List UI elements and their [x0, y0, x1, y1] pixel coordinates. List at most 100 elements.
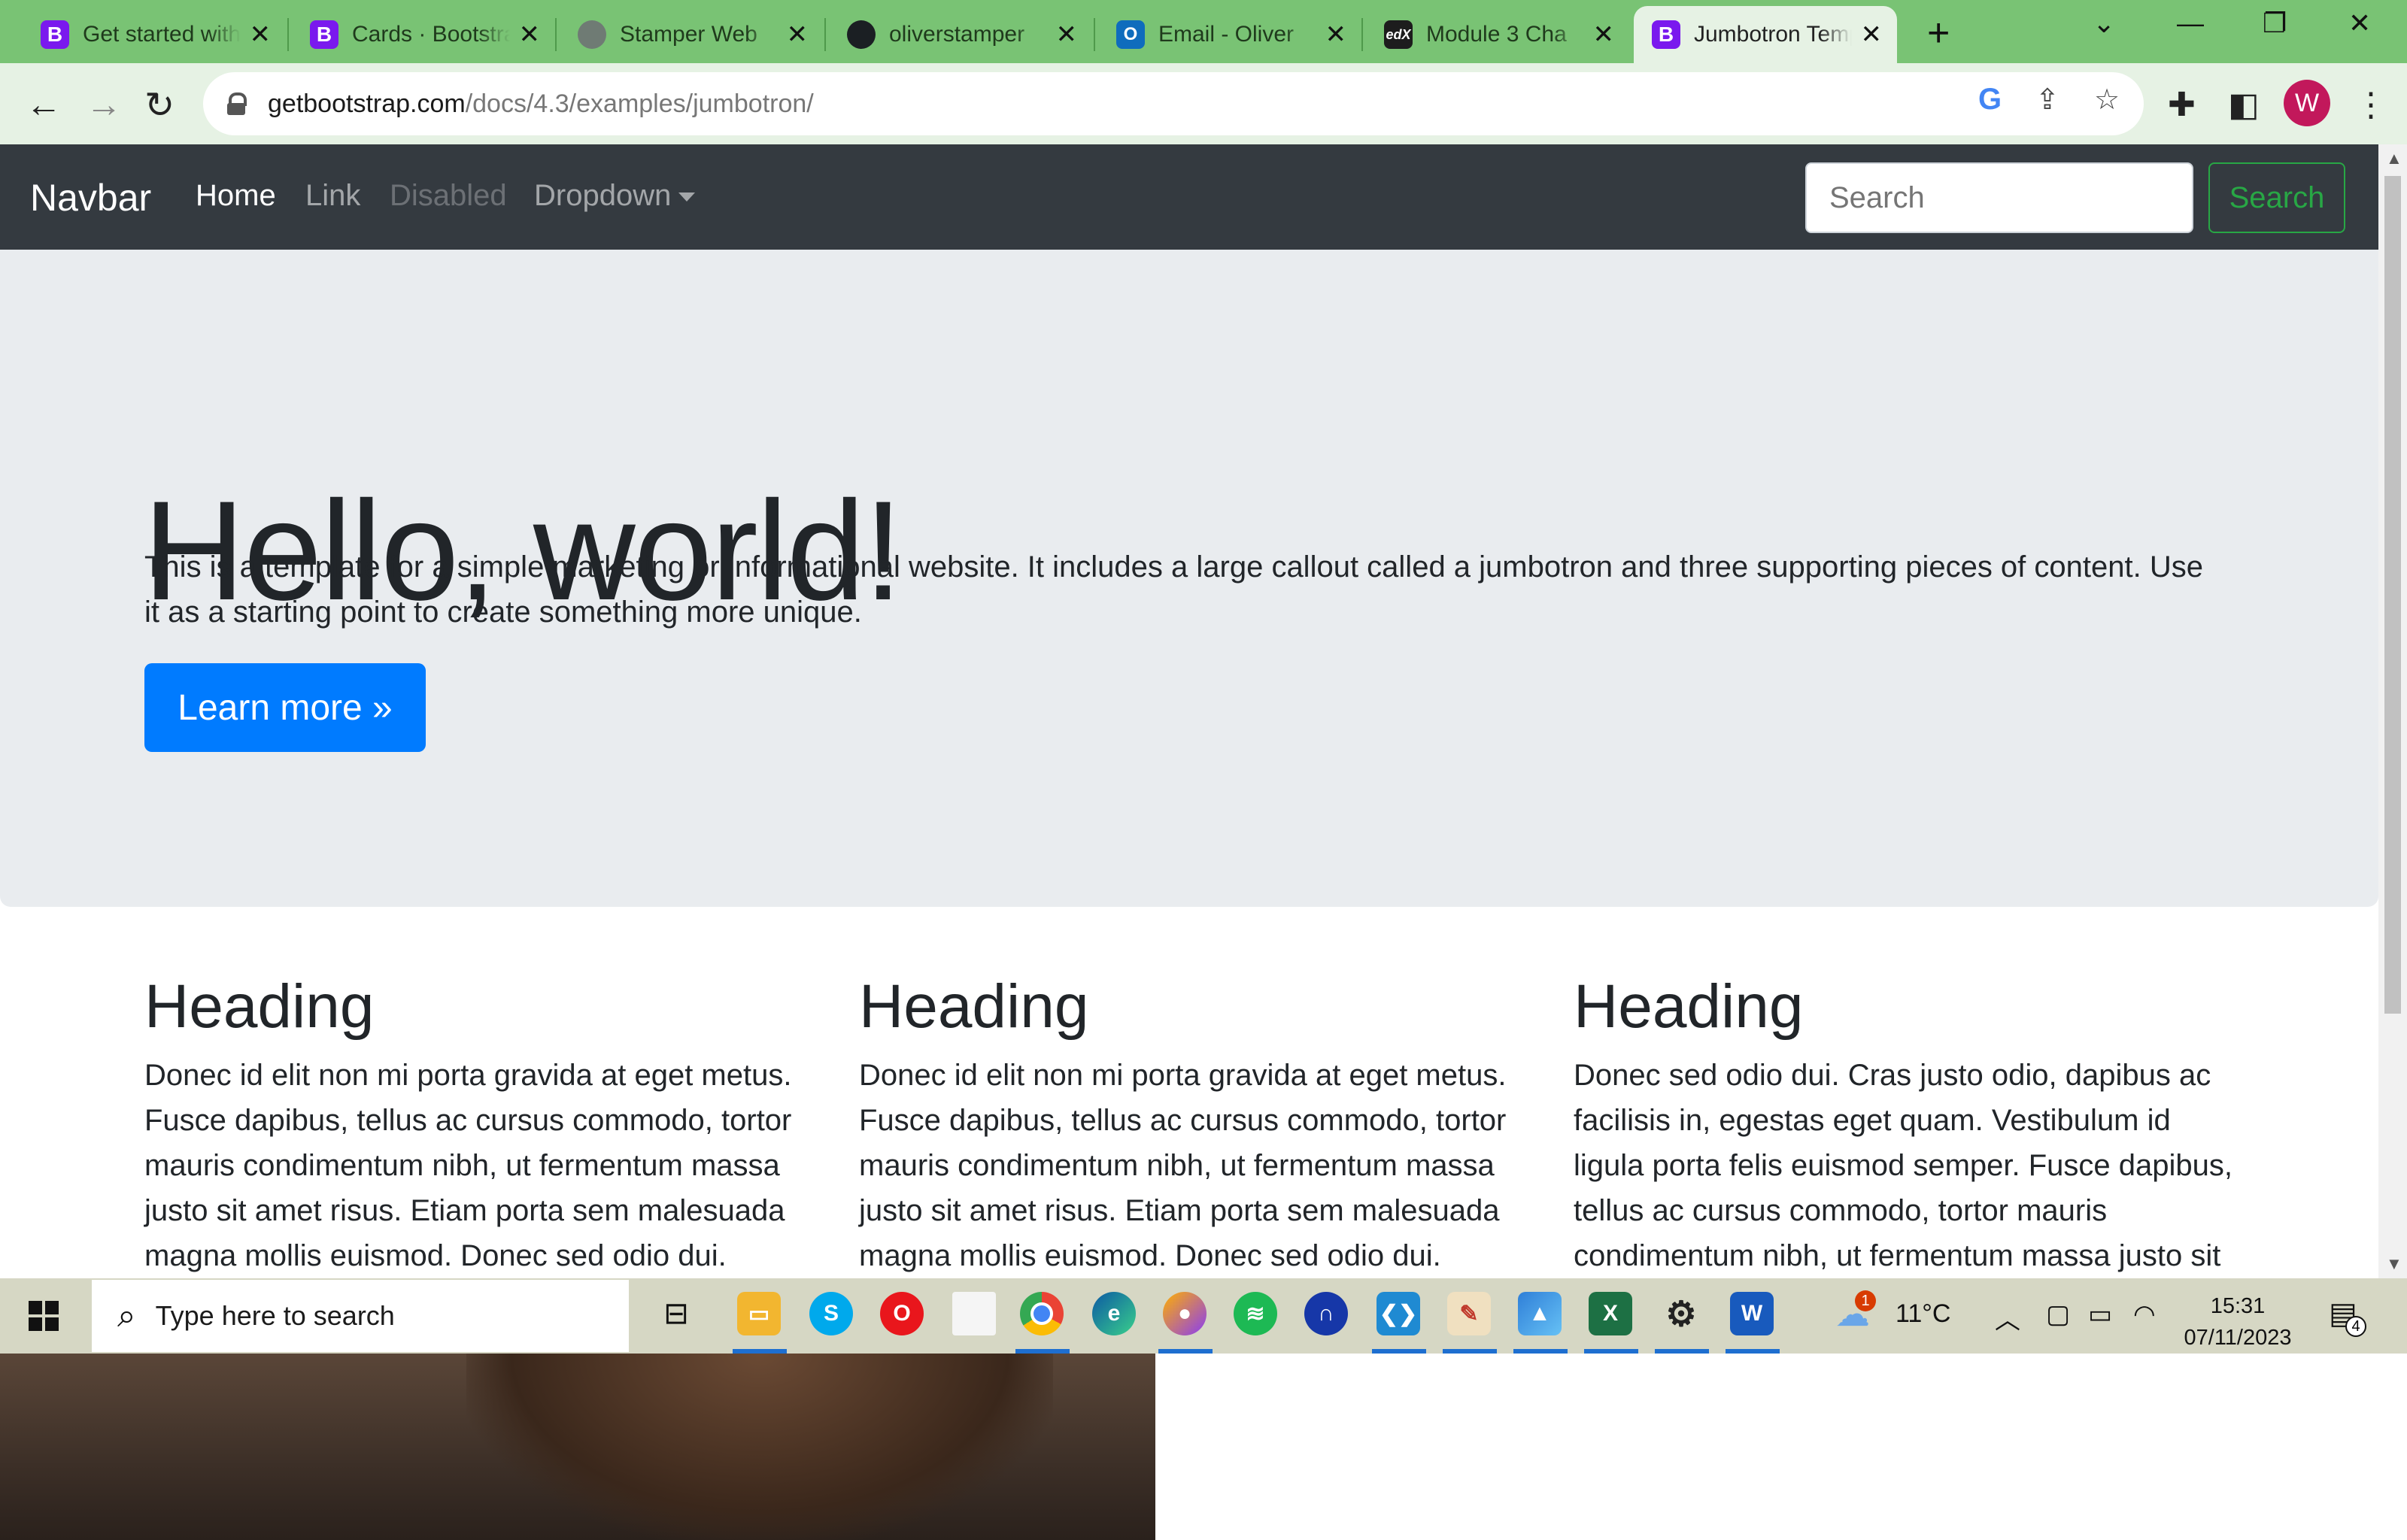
notification-count-badge: 4 [2345, 1316, 2366, 1337]
dropdown-label: Dropdown [534, 179, 672, 212]
close-tab-icon[interactable]: ✕ [250, 20, 272, 50]
back-arrow-icon[interactable]: ← [26, 84, 62, 126]
tab-search-chevron-icon[interactable]: ⌄ [2093, 8, 2115, 39]
taskbar-search-box[interactable]: ⌕ Type here to search [92, 1280, 629, 1352]
forward-arrow-icon[interactable]: → [86, 84, 122, 126]
scrollbar-thumb[interactable] [2384, 176, 2401, 1014]
new-tab-icon[interactable]: + [1927, 11, 1950, 56]
browser-tab[interactable]: oliverstamper ✕ [829, 6, 1092, 63]
browser-menu-icon[interactable]: ⋮ [2354, 86, 2387, 124]
opera-icon[interactable]: O [880, 1292, 924, 1335]
weather-temperature[interactable]: 11°C [1896, 1299, 1950, 1329]
blank-area [1155, 1354, 2407, 1540]
scroll-up-arrow-icon[interactable]: ▲ [2386, 149, 2402, 168]
reload-icon[interactable]: ↻ [144, 84, 175, 126]
clock-time: 15:31 [2210, 1294, 2266, 1318]
browser-tab[interactable]: B Get started with Bootstrap ✕ [23, 6, 286, 63]
navbar-search-button[interactable]: Search [2208, 162, 2345, 233]
lock-icon[interactable] [227, 92, 247, 115]
side-panel-icon[interactable]: ◧ [2228, 86, 2260, 124]
navbar-search-input[interactable] [1805, 162, 2193, 233]
tab-title: Jumbotron Template [1694, 22, 1852, 47]
tab-title: oliverstamper [889, 22, 1025, 47]
wifi-icon[interactable]: ◠ [2133, 1299, 2156, 1329]
extensions-puzzle-icon[interactable]: ✚ [2168, 86, 2196, 124]
content-column: Heading Donec id elit non mi porta gravi… [859, 972, 1521, 1278]
browser-tab-active[interactable]: B Jumbotron Template ✕ [1634, 6, 1897, 63]
url-text[interactable]: getbootstrap.com/docs/4.3/examples/jumbo… [268, 89, 814, 119]
learn-more-button[interactable]: Learn more » [144, 663, 426, 752]
nav-dropdown-toggle[interactable]: Dropdown [534, 179, 696, 213]
edx-icon: edX [1384, 20, 1413, 49]
chrome-icon[interactable] [1020, 1292, 1064, 1335]
skype-icon[interactable]: S [809, 1292, 853, 1335]
navbar-brand[interactable]: Navbar [30, 176, 151, 220]
task-view-icon[interactable]: ⊟ [654, 1292, 698, 1335]
github-icon [847, 20, 876, 49]
battery-icon[interactable]: ▭ [2088, 1299, 2112, 1329]
tray-overflow-chevron-icon[interactable]: ︿ [1995, 1299, 2020, 1336]
nav-link-disabled: Disabled [390, 179, 507, 212]
nav-link-home[interactable]: Home [196, 179, 276, 213]
browser-toolbar: ← → ↻ getbootstrap.com/docs/4.3/examples… [0, 63, 2407, 144]
minimize-icon[interactable]: — [2177, 8, 2204, 39]
browser-tab[interactable]: B Cards · Bootstrap ✕ [292, 6, 555, 63]
close-tab-icon[interactable]: ✕ [1056, 20, 1078, 50]
tab-divider [1094, 18, 1095, 51]
page-viewport: Navbar Home Link Disabled Dropdown Searc… [0, 144, 2378, 1278]
windows-start-icon[interactable] [29, 1301, 59, 1331]
bookmark-star-icon[interactable]: ☆ [2094, 83, 2120, 117]
spotify-icon[interactable]: ≋ [1234, 1292, 1277, 1335]
bootstrap-icon: B [41, 20, 69, 49]
photos-icon[interactable]: ▲ [1518, 1292, 1562, 1335]
close-tab-icon[interactable]: ✕ [1861, 20, 1883, 50]
paint-icon[interactable]: ✎ [1447, 1292, 1491, 1335]
vpn-icon[interactable]: ● [1163, 1292, 1207, 1335]
audacity-icon[interactable]: ∩ [1304, 1292, 1348, 1335]
tab-title: Get started with Bootstrap [83, 22, 241, 47]
column-heading: Heading [144, 972, 375, 1041]
tab-title: Module 3 Cha [1426, 22, 1567, 47]
photo-figure [466, 1354, 1053, 1540]
jumbotron-lead: This is a template for a simple marketin… [144, 550, 2203, 629]
edge-icon[interactable]: e [1092, 1292, 1136, 1335]
close-tab-icon[interactable]: ✕ [1325, 20, 1347, 50]
globe-icon [578, 20, 606, 49]
excel-icon[interactable]: X [1589, 1292, 1632, 1335]
windows-taskbar: ⌕ Type here to search ⊟ ▭ S O e ● ≋ ∩ ❮❯… [0, 1278, 2407, 1354]
browser-tab[interactable]: Stamper Web ✕ [560, 6, 823, 63]
browser-tab[interactable]: edX Module 3 Cha ✕ [1366, 6, 1629, 63]
search-icon: ⌕ [117, 1297, 136, 1334]
jumbotron: Hello, world! This is a template for a s… [0, 250, 2378, 907]
close-tab-icon[interactable]: ✕ [1593, 20, 1615, 50]
column-text: Donec sed odio dui. Cras justo odio, dap… [1574, 1059, 2233, 1273]
word-icon[interactable]: W [1730, 1292, 1774, 1335]
close-window-icon[interactable]: ✕ [2348, 8, 2371, 39]
bootstrap-icon: B [1652, 20, 1680, 49]
vscode-icon[interactable]: ❮❯ [1377, 1292, 1420, 1335]
page-scrollbar[interactable]: ▲ ▼ [2378, 144, 2407, 1278]
close-tab-icon[interactable]: ✕ [519, 20, 541, 50]
content-column: Heading Donec sed odio dui. Cras justo o… [1574, 972, 2236, 1278]
file-explorer-icon[interactable]: ▭ [737, 1292, 781, 1335]
content-column: Heading Donec id elit non mi porta gravi… [144, 972, 806, 1278]
address-bar[interactable]: getbootstrap.com/docs/4.3/examples/jumbo… [203, 72, 2144, 135]
close-tab-icon[interactable]: ✕ [787, 20, 809, 50]
google-translate-icon[interactable]: G [1978, 83, 2002, 117]
share-icon[interactable]: ⇪ [2035, 83, 2059, 117]
meet-now-icon[interactable]: ▢ [2046, 1299, 2070, 1329]
background-photo [0, 1354, 1155, 1540]
scroll-down-arrow-icon[interactable]: ▼ [2386, 1254, 2402, 1274]
nav-link-link[interactable]: Link [305, 179, 360, 213]
settings-icon[interactable]: ⚙ [1659, 1292, 1703, 1335]
system-clock[interactable]: 15:31 07/11/2023 [2166, 1290, 2309, 1354]
outlook-icon: O [1116, 20, 1145, 49]
column-heading: Heading [1574, 972, 1804, 1041]
profile-avatar[interactable]: W [2284, 80, 2330, 126]
notepad-icon[interactable] [952, 1292, 996, 1335]
restore-icon[interactable]: ❐ [2263, 8, 2287, 39]
column-heading: Heading [859, 972, 1089, 1041]
tab-divider [555, 18, 557, 51]
tab-divider [824, 18, 826, 51]
browser-tab[interactable]: O Email - Oliver ✕ [1098, 6, 1361, 63]
